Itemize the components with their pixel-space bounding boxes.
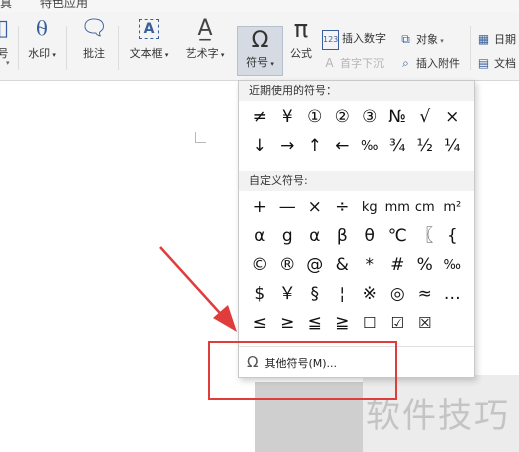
arrow-line: [159, 246, 229, 323]
annotation-arrow: [159, 246, 237, 332]
